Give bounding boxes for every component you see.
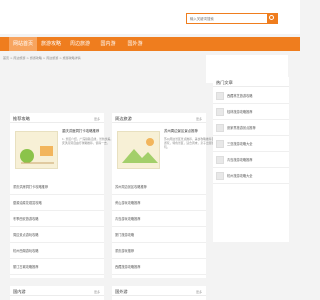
travel-illustration-icon [16,132,57,168]
list-item[interactable]: 婺源油菜花观赏攻略 [10,195,104,211]
hot-item[interactable]: 青岛旅游攻略推荐 [227,157,253,162]
feature-title[interactable]: 苏州周边景区景点推荐 [164,128,220,133]
abroad-more-link[interactable]: 更多 [196,290,202,294]
abroad-title: 国外游 [115,289,128,294]
nav-item-guide[interactable]: 旅游攻略 [37,37,65,51]
list-item[interactable]: 冬季西安旅游攻略 [10,211,104,227]
feature-description: 1. 景区介绍，广深铁路沿线，景色优美，重庆洪崖洞自由行攻略推荐，值得一去。 [62,137,116,146]
list-item[interactable]: 重庆洪崖洞打卡攻略推荐 [10,179,104,195]
hot-thumbnail[interactable] [216,124,224,132]
domestic-more-link[interactable]: 更多 [94,290,100,294]
guide-title: 推荐攻略 [13,116,30,121]
main-nav: 网站首页 旅游攻略 周边旅游 国内游 国外游 [0,37,300,51]
nearby-title: 周边旅游 [115,116,132,121]
nearby-more-link[interactable]: 更多 [196,117,202,121]
nearby-panel: 周边旅游 更多 苏州周边景区景点推荐 苏州周边景区景点推荐，美食攻略推荐自驾游玩… [112,113,217,278]
list-item[interactable]: 青岛游玩攻略推荐 [112,211,206,227]
hot-item[interactable]: 张家界旅游景点推荐 [227,125,256,130]
list-item[interactable]: 苏州周边景区攻略推荐 [112,179,206,195]
search-icon [269,15,274,20]
abroad-panel: 国外游 更多 [112,286,206,300]
hot-thumbnail[interactable] [216,92,224,100]
feature-image[interactable] [117,131,160,169]
search-box [186,13,278,24]
hot-item[interactable]: 桂林旅游攻略推荐 [227,109,253,114]
hot-item[interactable]: 三亚旅游攻略大全 [227,141,253,146]
nav-item-domestic[interactable]: 国内游 [94,37,122,51]
hot-item[interactable]: 杭州旅游攻略大全 [227,173,253,178]
domestic-panel: 国内游 更多 [10,286,104,300]
list-item[interactable]: 重庆游玩推荐 [112,243,206,259]
hot-thumbnail[interactable] [216,140,224,148]
hot-panel: 热门文章 西藏林芝旅游攻略 桂林旅游攻略推荐 张家界旅游景点推荐 三亚旅游攻略大… [213,77,289,242]
list-item[interactable]: 黄山游玩攻略推荐 [112,195,206,211]
nav-item-nearby[interactable]: 周边旅游 [66,37,94,51]
guide-more-link[interactable]: 更多 [94,117,100,121]
scenery-illustration-icon [118,132,159,168]
feature-title[interactable]: 重庆洪崖洞打卡攻略推荐 [62,128,118,133]
hot-item[interactable]: 西藏林芝旅游攻略 [227,93,253,98]
breadcrumb: 首页 > 周边旅游 > 旅游攻略 > 周边旅游 > 旅游攻略详情 [3,56,81,60]
nearby-list: 苏州周边景区攻略推荐 黄山游玩攻略推荐 青岛游玩攻略推荐 厦门旅游攻略 重庆游玩… [112,179,206,275]
hot-thumbnail[interactable] [216,172,224,180]
nav-item-abroad[interactable]: 国外游 [121,37,149,51]
nav-item-home[interactable]: 网站首页 [9,37,37,51]
list-item[interactable]: 厦门旅游攻略 [112,227,206,243]
hot-thumbnail[interactable] [216,156,224,164]
list-item[interactable]: 西藏旅游攻略推荐 [112,259,206,275]
guide-panel: 推荐攻略 更多 重庆洪崖洞打卡攻略推荐 1. 景区介绍，广深铁路沿线，景色优美，… [10,113,116,278]
list-item[interactable]: 杭州西湖游玩攻略 [10,243,104,259]
domestic-title: 国内游 [13,289,26,294]
hot-title: 热门文章 [216,80,233,85]
guide-list: 重庆洪崖洞打卡攻略推荐 婺源油菜花观赏攻略 冬季西安旅游攻略 周边景点游玩攻略 … [10,179,104,275]
top-bar [0,0,300,34]
feature-image[interactable] [15,131,58,169]
search-input[interactable] [187,14,267,23]
hot-thumbnail[interactable] [216,108,224,116]
list-item[interactable]: 周边景点游玩攻略 [10,227,104,243]
search-button[interactable] [267,14,277,23]
feature-description: 苏州周边景区景点推荐，美食攻略推荐自驾游玩，特色景区，适合周末，亲子出游游玩。 [164,137,218,150]
list-item[interactable]: 丽江古城攻略推荐 [10,259,104,275]
